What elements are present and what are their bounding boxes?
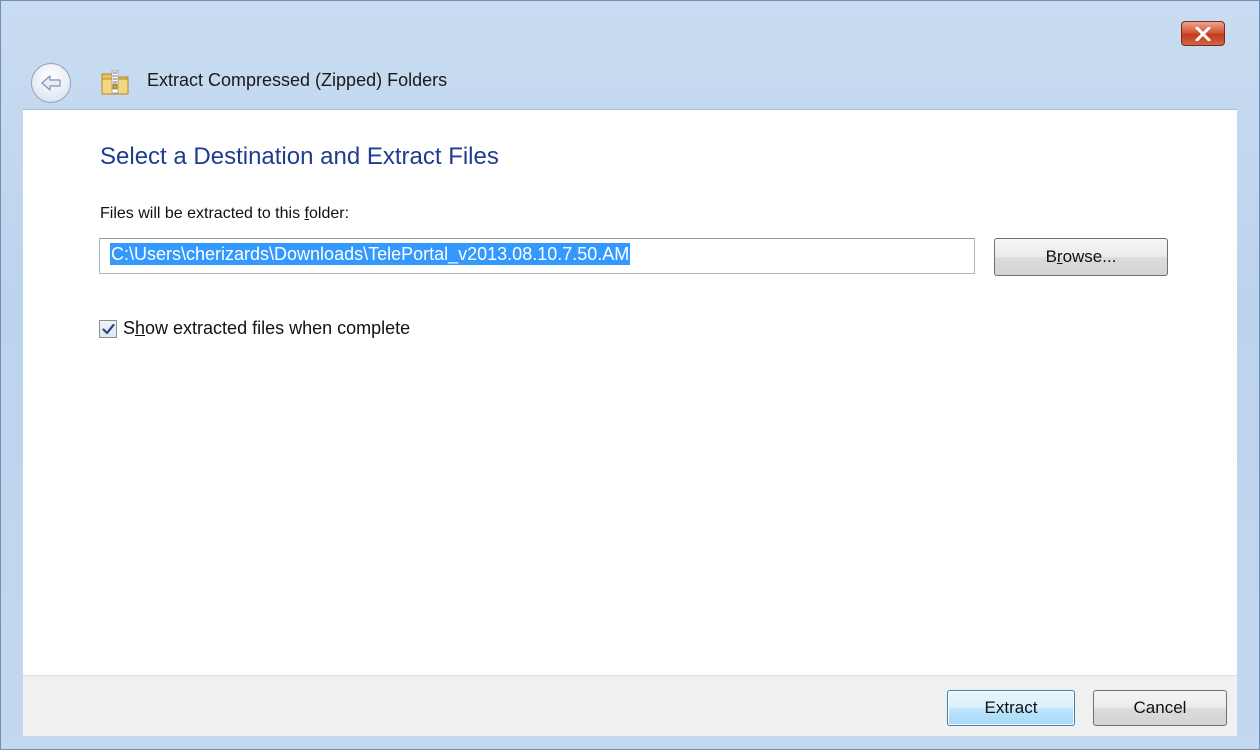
checkmark-icon	[101, 323, 115, 334]
page-heading: Select a Destination and Extract Files	[100, 143, 499, 170]
cancel-button[interactable]: Cancel	[1093, 690, 1227, 726]
window-title: Extract Compressed (Zipped) Folders	[147, 70, 448, 90]
show-files-checkbox-row[interactable]: Show extracted files when complete	[99, 318, 410, 339]
close-icon	[1195, 26, 1211, 41]
browse-button[interactable]: Br owse...	[994, 238, 1168, 276]
dialog-footer: Extract Cancel	[23, 675, 1237, 736]
browse-label-pre: B	[1045, 247, 1057, 266]
browse-label-post: owse...	[1062, 247, 1117, 266]
dialog-content: Select a Destination and Extract Files F…	[23, 109, 1237, 676]
checkbox-label-post: ow extracted files when complete	[145, 318, 411, 338]
destination-label-pre: Files will be extracted to this	[100, 205, 305, 222]
show-files-checkbox[interactable]	[99, 319, 117, 338]
close-button[interactable]	[1181, 21, 1225, 46]
checkbox-label-pre: S	[123, 318, 136, 338]
destination-label: Files will be extracted to this folder:	[100, 205, 349, 223]
extract-button[interactable]: Extract	[947, 690, 1075, 726]
checkbox-label-accesskey: h	[135, 318, 146, 338]
zip-folder-icon	[101, 70, 129, 95]
destination-label-post: older:	[308, 205, 350, 222]
back-arrow-icon	[41, 75, 61, 91]
destination-path-input[interactable]: C:\Users\cherizards\Downloads\TelePortal…	[99, 238, 975, 274]
destination-path-text: C:\Users\cherizards\Downloads\TelePortal…	[110, 243, 631, 265]
back-button[interactable]	[31, 63, 71, 103]
extract-dialog-window: Extract Compressed (Zipped) Folders Sele…	[0, 0, 1260, 750]
show-files-checkbox-label: Show extracted files when complete	[123, 318, 410, 339]
